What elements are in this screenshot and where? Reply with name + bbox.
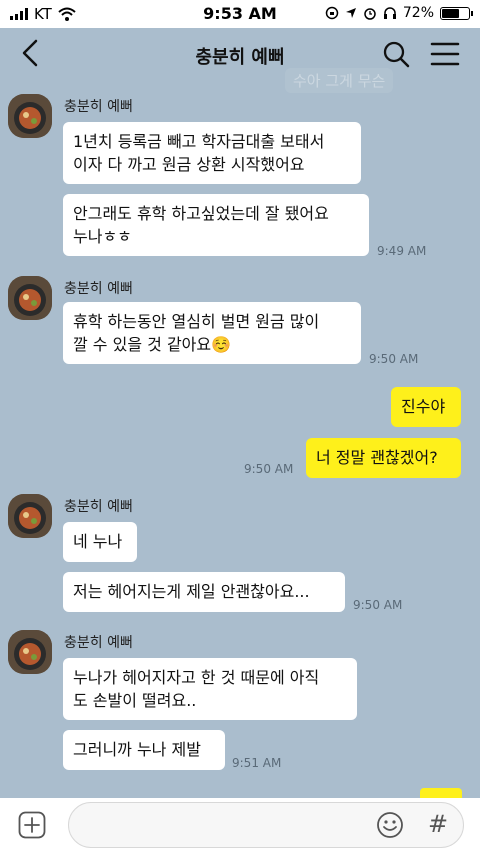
message-bubble[interactable]: 누나가 헤어지자고 한 것 때문에 아직 도 손발이 떨려요.. bbox=[63, 658, 357, 720]
status-bar: KT 9:53 AM 72% bbox=[0, 0, 480, 28]
message-time: 9:50 AM bbox=[244, 462, 294, 476]
avatar[interactable] bbox=[8, 494, 52, 538]
input-bar: # bbox=[0, 798, 480, 854]
message-bubble[interactable]: 저는 헤어지는게 제일 안괜찮아요... bbox=[63, 572, 345, 612]
avatar[interactable] bbox=[8, 276, 52, 320]
sender-name: 충분히 예뻐 bbox=[64, 499, 133, 515]
avatar[interactable] bbox=[8, 94, 52, 138]
emoji-icon[interactable] bbox=[376, 811, 404, 839]
partial-my-message-bubble bbox=[420, 788, 462, 798]
my-message-bubble[interactable]: 너 정말 괜찮겠어? bbox=[306, 438, 461, 478]
message-bubble[interactable]: 네 누나 bbox=[63, 522, 137, 562]
search-icon[interactable] bbox=[382, 40, 410, 68]
sender-name: 충분히 예뻐 bbox=[64, 99, 133, 115]
menu-icon[interactable] bbox=[430, 40, 460, 68]
battery-percent: 72% bbox=[402, 5, 434, 21]
hashtag-icon[interactable]: # bbox=[428, 810, 448, 838]
message-bubble[interactable]: 1년치 등록금 빼고 학자금대출 보태서 이자 다 까고 원금 상환 시작했어요 bbox=[63, 122, 361, 184]
alarm-icon bbox=[364, 8, 376, 20]
message-input[interactable] bbox=[68, 802, 464, 848]
message-bubble[interactable]: 그러니까 누나 제발 bbox=[63, 730, 225, 770]
avatar-photo bbox=[8, 494, 52, 538]
avatar-photo bbox=[8, 94, 52, 138]
battery-icon bbox=[440, 6, 473, 20]
chat-header: 수아 그게 무슨 충분히 예뻐 bbox=[0, 28, 480, 93]
sender-name: 충분히 예뻐 bbox=[64, 281, 133, 297]
sender-name: 충분히 예뻐 bbox=[64, 635, 133, 651]
chat-area[interactable]: 충분히 예뻐 1년치 등록금 빼고 학자금대출 보태서 이자 다 까고 원금 상… bbox=[0, 82, 480, 798]
avatar-photo bbox=[8, 630, 52, 674]
rotation-lock-icon bbox=[325, 6, 339, 20]
message-time: 9:50 AM bbox=[369, 352, 419, 366]
my-message-bubble[interactable]: 진수야 bbox=[391, 387, 461, 427]
location-icon bbox=[345, 8, 356, 18]
message-time: 9:50 AM bbox=[353, 598, 403, 612]
status-right: 72% bbox=[325, 5, 473, 21]
avatar-photo bbox=[8, 276, 52, 320]
message-bubble[interactable]: 휴학 하는동안 열심히 벌면 원금 많이 깔 수 있을 것 같아요☺️ bbox=[63, 302, 361, 364]
avatar[interactable] bbox=[8, 630, 52, 674]
message-time: 9:49 AM bbox=[377, 244, 427, 258]
message-bubble[interactable]: 안그래도 휴학 하고싶었는데 잘 됐어요 누나ㅎㅎ bbox=[63, 194, 369, 256]
plus-icon[interactable] bbox=[18, 811, 46, 839]
headphones-icon bbox=[383, 7, 396, 19]
message-time: 9:51 AM bbox=[232, 756, 282, 770]
